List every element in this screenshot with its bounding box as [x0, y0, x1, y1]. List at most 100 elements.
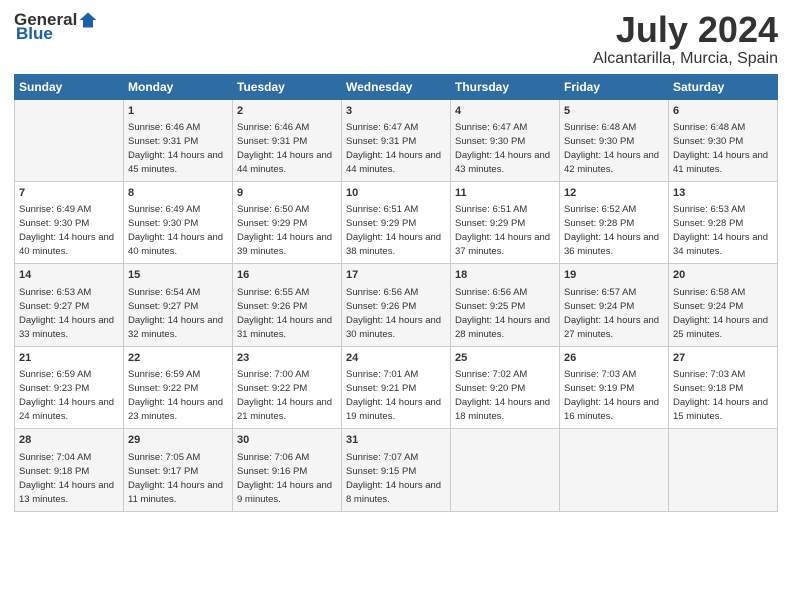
- table-row: 18 Sunrise: 6:56 AMSunset: 9:25 PMDaylig…: [451, 264, 560, 346]
- day-info: Sunrise: 6:48 AMSunset: 9:30 PMDaylight:…: [564, 122, 659, 175]
- day-info: Sunrise: 6:56 AMSunset: 9:26 PMDaylight:…: [346, 287, 441, 340]
- day-number: 11: [455, 186, 555, 201]
- day-info: Sunrise: 6:54 AMSunset: 9:27 PMDaylight:…: [128, 287, 223, 340]
- col-saturday: Saturday: [669, 74, 778, 99]
- day-info: Sunrise: 7:03 AMSunset: 9:19 PMDaylight:…: [564, 369, 659, 422]
- day-info: Sunrise: 6:58 AMSunset: 9:24 PMDaylight:…: [673, 287, 768, 340]
- table-row: 9 Sunrise: 6:50 AMSunset: 9:29 PMDayligh…: [233, 181, 342, 263]
- day-info: Sunrise: 6:59 AMSunset: 9:22 PMDaylight:…: [128, 369, 223, 422]
- table-row: 25 Sunrise: 7:02 AMSunset: 9:20 PMDaylig…: [451, 346, 560, 428]
- day-info: Sunrise: 6:51 AMSunset: 9:29 PMDaylight:…: [455, 204, 550, 257]
- table-row: [560, 429, 669, 511]
- day-info: Sunrise: 7:02 AMSunset: 9:20 PMDaylight:…: [455, 369, 550, 422]
- col-monday: Monday: [124, 74, 233, 99]
- day-info: Sunrise: 6:57 AMSunset: 9:24 PMDaylight:…: [564, 287, 659, 340]
- table-row: 2 Sunrise: 6:46 AMSunset: 9:31 PMDayligh…: [233, 99, 342, 181]
- day-number: 30: [237, 433, 337, 448]
- calendar-table: Sunday Monday Tuesday Wednesday Thursday…: [14, 74, 778, 512]
- day-number: 20: [673, 268, 773, 283]
- day-number: 10: [346, 186, 446, 201]
- table-row: 22 Sunrise: 6:59 AMSunset: 9:22 PMDaylig…: [124, 346, 233, 428]
- day-info: Sunrise: 6:59 AMSunset: 9:23 PMDaylight:…: [19, 369, 114, 422]
- day-info: Sunrise: 6:53 AMSunset: 9:28 PMDaylight:…: [673, 204, 768, 257]
- day-info: Sunrise: 6:49 AMSunset: 9:30 PMDaylight:…: [19, 204, 114, 257]
- header: General Blue July 2024 Alcantarilla, Mur…: [14, 10, 778, 68]
- table-row: 31 Sunrise: 7:07 AMSunset: 9:15 PMDaylig…: [342, 429, 451, 511]
- day-number: 14: [19, 268, 119, 283]
- table-row: [451, 429, 560, 511]
- day-info: Sunrise: 7:00 AMSunset: 9:22 PMDaylight:…: [237, 369, 332, 422]
- day-number: 18: [455, 268, 555, 283]
- table-row: [15, 99, 124, 181]
- day-info: Sunrise: 7:05 AMSunset: 9:17 PMDaylight:…: [128, 452, 223, 505]
- day-number: 28: [19, 433, 119, 448]
- table-row: 8 Sunrise: 6:49 AMSunset: 9:30 PMDayligh…: [124, 181, 233, 263]
- table-row: 19 Sunrise: 6:57 AMSunset: 9:24 PMDaylig…: [560, 264, 669, 346]
- table-row: 6 Sunrise: 6:48 AMSunset: 9:30 PMDayligh…: [669, 99, 778, 181]
- day-number: 9: [237, 186, 337, 201]
- logo-icon: [78, 10, 98, 30]
- day-info: Sunrise: 7:04 AMSunset: 9:18 PMDaylight:…: [19, 452, 114, 505]
- day-info: Sunrise: 7:06 AMSunset: 9:16 PMDaylight:…: [237, 452, 332, 505]
- day-info: Sunrise: 6:46 AMSunset: 9:31 PMDaylight:…: [237, 122, 332, 175]
- day-number: 17: [346, 268, 446, 283]
- day-number: 15: [128, 268, 228, 283]
- day-number: 16: [237, 268, 337, 283]
- calendar-week-row: 1 Sunrise: 6:46 AMSunset: 9:31 PMDayligh…: [15, 99, 778, 181]
- day-number: 2: [237, 104, 337, 119]
- day-info: Sunrise: 6:47 AMSunset: 9:30 PMDaylight:…: [455, 122, 550, 175]
- logo-blue-text: Blue: [16, 24, 53, 44]
- day-info: Sunrise: 6:51 AMSunset: 9:29 PMDaylight:…: [346, 204, 441, 257]
- table-row: 10 Sunrise: 6:51 AMSunset: 9:29 PMDaylig…: [342, 181, 451, 263]
- table-row: 13 Sunrise: 6:53 AMSunset: 9:28 PMDaylig…: [669, 181, 778, 263]
- table-row: 16 Sunrise: 6:55 AMSunset: 9:26 PMDaylig…: [233, 264, 342, 346]
- calendar-week-row: 21 Sunrise: 6:59 AMSunset: 9:23 PMDaylig…: [15, 346, 778, 428]
- day-info: Sunrise: 6:49 AMSunset: 9:30 PMDaylight:…: [128, 204, 223, 257]
- day-number: 3: [346, 104, 446, 119]
- day-number: 5: [564, 104, 664, 119]
- day-number: 26: [564, 351, 664, 366]
- day-number: 29: [128, 433, 228, 448]
- table-row: 17 Sunrise: 6:56 AMSunset: 9:26 PMDaylig…: [342, 264, 451, 346]
- table-row: 4 Sunrise: 6:47 AMSunset: 9:30 PMDayligh…: [451, 99, 560, 181]
- col-friday: Friday: [560, 74, 669, 99]
- table-row: 29 Sunrise: 7:05 AMSunset: 9:17 PMDaylig…: [124, 429, 233, 511]
- day-info: Sunrise: 6:53 AMSunset: 9:27 PMDaylight:…: [19, 287, 114, 340]
- table-row: 21 Sunrise: 6:59 AMSunset: 9:23 PMDaylig…: [15, 346, 124, 428]
- day-number: 13: [673, 186, 773, 201]
- day-number: 25: [455, 351, 555, 366]
- day-number: 23: [237, 351, 337, 366]
- day-info: Sunrise: 6:55 AMSunset: 9:26 PMDaylight:…: [237, 287, 332, 340]
- table-row: 30 Sunrise: 7:06 AMSunset: 9:16 PMDaylig…: [233, 429, 342, 511]
- day-info: Sunrise: 6:56 AMSunset: 9:25 PMDaylight:…: [455, 287, 550, 340]
- day-number: 24: [346, 351, 446, 366]
- col-thursday: Thursday: [451, 74, 560, 99]
- day-number: 1: [128, 104, 228, 119]
- table-row: 7 Sunrise: 6:49 AMSunset: 9:30 PMDayligh…: [15, 181, 124, 263]
- day-info: Sunrise: 6:48 AMSunset: 9:30 PMDaylight:…: [673, 122, 768, 175]
- table-row: 26 Sunrise: 7:03 AMSunset: 9:19 PMDaylig…: [560, 346, 669, 428]
- table-row: [669, 429, 778, 511]
- day-info: Sunrise: 6:47 AMSunset: 9:31 PMDaylight:…: [346, 122, 441, 175]
- calendar-week-row: 7 Sunrise: 6:49 AMSunset: 9:30 PMDayligh…: [15, 181, 778, 263]
- table-row: 3 Sunrise: 6:47 AMSunset: 9:31 PMDayligh…: [342, 99, 451, 181]
- calendar-week-row: 28 Sunrise: 7:04 AMSunset: 9:18 PMDaylig…: [15, 429, 778, 511]
- subtitle: Alcantarilla, Murcia, Spain: [593, 50, 778, 68]
- table-row: 5 Sunrise: 6:48 AMSunset: 9:30 PMDayligh…: [560, 99, 669, 181]
- day-info: Sunrise: 7:01 AMSunset: 9:21 PMDaylight:…: [346, 369, 441, 422]
- day-info: Sunrise: 7:03 AMSunset: 9:18 PMDaylight:…: [673, 369, 768, 422]
- calendar-header-row: Sunday Monday Tuesday Wednesday Thursday…: [15, 74, 778, 99]
- table-row: 11 Sunrise: 6:51 AMSunset: 9:29 PMDaylig…: [451, 181, 560, 263]
- day-number: 21: [19, 351, 119, 366]
- day-info: Sunrise: 6:46 AMSunset: 9:31 PMDaylight:…: [128, 122, 223, 175]
- col-wednesday: Wednesday: [342, 74, 451, 99]
- day-number: 12: [564, 186, 664, 201]
- table-row: 1 Sunrise: 6:46 AMSunset: 9:31 PMDayligh…: [124, 99, 233, 181]
- day-number: 8: [128, 186, 228, 201]
- table-row: 20 Sunrise: 6:58 AMSunset: 9:24 PMDaylig…: [669, 264, 778, 346]
- day-number: 27: [673, 351, 773, 366]
- day-number: 31: [346, 433, 446, 448]
- day-info: Sunrise: 6:50 AMSunset: 9:29 PMDaylight:…: [237, 204, 332, 257]
- table-row: 24 Sunrise: 7:01 AMSunset: 9:21 PMDaylig…: [342, 346, 451, 428]
- logo: General Blue: [14, 10, 98, 44]
